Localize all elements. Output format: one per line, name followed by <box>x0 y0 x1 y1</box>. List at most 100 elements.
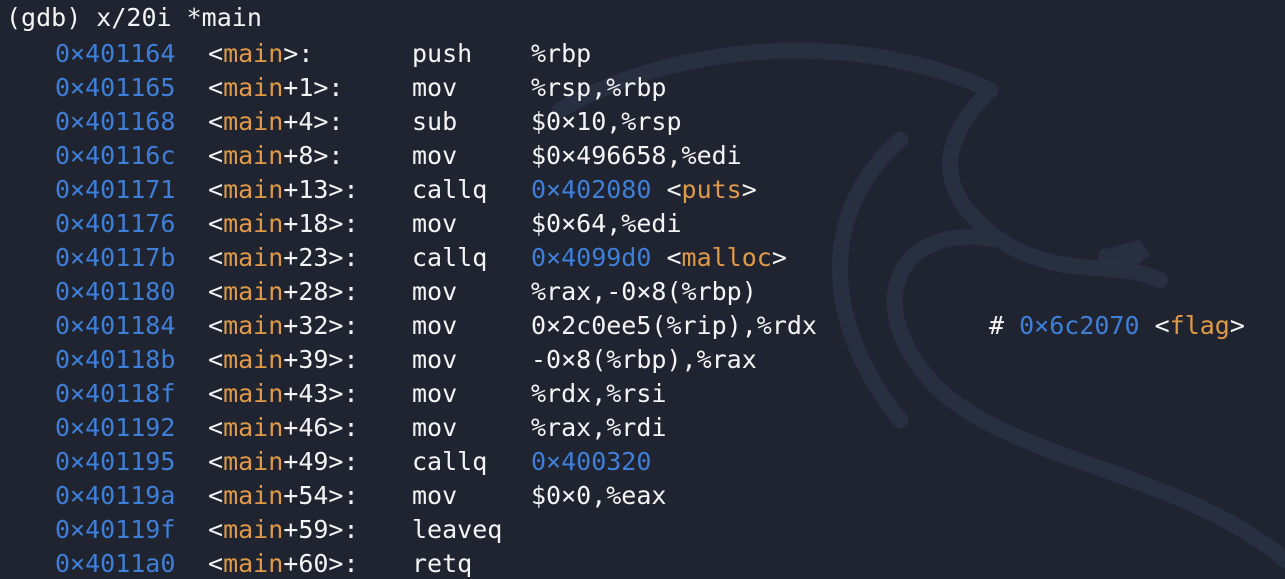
function-name: main <box>223 345 284 374</box>
mnemonic: retq <box>412 549 473 578</box>
instruction-address: 0×40116c <box>55 141 176 170</box>
function-name: main <box>223 447 284 476</box>
operands: 0×402080 <puts> <box>531 175 757 204</box>
mnemonic: mov <box>412 209 458 238</box>
mnemonic: mov <box>412 379 458 408</box>
function-name: main <box>223 73 284 102</box>
offset: +54>: <box>283 481 359 510</box>
operands: $0×0,%eax <box>531 479 666 513</box>
symbol-offset: <main+32>: <box>208 311 359 340</box>
offset: +8>: <box>283 141 344 170</box>
operand-text: $0×10,%rsp <box>531 107 682 136</box>
call-target-address: 0×4099d0 <box>531 243 652 272</box>
function-name: main <box>223 515 284 544</box>
gdb-prompt[interactable]: (gdb) x/20i *main <box>6 3 262 32</box>
instruction-address: 0×40119f <box>55 515 176 544</box>
operand-text: %rax,%rdi <box>531 413 667 442</box>
comment-address: 0×6c2070 <box>1019 311 1140 340</box>
symbol-offset: <main+28>: <box>208 277 359 306</box>
function-name: main <box>223 481 284 510</box>
offset: +28>: <box>283 277 359 306</box>
mnemonic: mov <box>412 311 458 340</box>
symbol-offset: <main+43>: <box>208 379 359 408</box>
mnemonic: mov <box>412 277 458 306</box>
operands: 0×4099d0 <malloc> <box>531 243 787 272</box>
comment: # 0×6c2070 <flag> <box>989 311 1245 340</box>
operands: 0×400320 <box>531 445 651 479</box>
operands: 0×2c0ee5(%rip),%rdx <box>531 309 817 343</box>
offset: +43>: <box>283 379 359 408</box>
operands: %rdx,%rsi <box>531 377 666 411</box>
offset: +23>: <box>283 243 359 272</box>
function-name: main <box>223 243 284 272</box>
symbol-offset: <main+1>: <box>208 73 344 102</box>
symbol-offset: <main+46>: <box>208 413 359 442</box>
symbol-offset: <main+59>: <box>208 515 359 544</box>
function-name: main <box>223 141 284 170</box>
instruction-address: 0×401168 <box>55 107 176 136</box>
offset: +1>: <box>283 73 344 102</box>
instruction-address: 0×401180 <box>55 277 176 306</box>
offset: +59>: <box>283 515 359 544</box>
instruction-address: 0×40119a <box>55 481 176 510</box>
function-name: main <box>223 39 284 68</box>
function-name: main <box>223 413 284 442</box>
comment-symbol: flag <box>1169 311 1230 340</box>
offset: +32>: <box>283 311 359 340</box>
call-target-address: 0×402080 <box>531 175 652 204</box>
function-name: main <box>223 107 284 136</box>
operands: $0×64,%edi <box>531 207 682 241</box>
operands: %rax,%rdi <box>531 411 666 445</box>
mnemonic: push <box>412 39 473 68</box>
function-name: main <box>223 311 284 340</box>
function-name: main <box>223 549 284 578</box>
call-target-name: puts <box>681 175 742 204</box>
symbol-offset: <main+60>: <box>208 549 359 578</box>
instruction-address: 0×401164 <box>55 39 176 68</box>
instruction-address: 0×401192 <box>55 413 176 442</box>
instruction-address: 0×40117b <box>55 243 176 272</box>
operand-text: $0×64,%edi <box>531 209 682 238</box>
operands: %rsp,%rbp <box>531 71 666 105</box>
mnemonic: callq <box>412 243 488 272</box>
operand-text: $0×0,%eax <box>531 481 667 510</box>
offset: +18>: <box>283 209 359 238</box>
mnemonic: mov <box>412 73 458 102</box>
operand-text: -0×8(%rbp),%rax <box>531 345 757 374</box>
instruction-address: 0×4011a0 <box>55 549 176 578</box>
mnemonic: mov <box>412 141 458 170</box>
mnemonic: callq <box>412 447 488 476</box>
offset: +60>: <box>283 549 359 578</box>
instruction-address: 0×401195 <box>55 447 176 476</box>
mnemonic: mov <box>412 345 458 374</box>
mnemonic: leaveq <box>412 515 503 544</box>
function-name: main <box>223 175 284 204</box>
function-name: main <box>223 379 284 408</box>
offset: +4>: <box>283 107 344 136</box>
call-target-name: malloc <box>681 243 772 272</box>
operand-text: %rax,-0×8(%rbp) <box>531 277 757 306</box>
mnemonic: mov <box>412 481 458 510</box>
operands: $0×10,%rsp <box>531 105 682 139</box>
offset: +13>: <box>283 175 359 204</box>
offset: +49>: <box>283 447 359 476</box>
instruction-address: 0×401171 <box>55 175 176 204</box>
operand-text: $0×496658,%edi <box>531 141 742 170</box>
gdb-terminal[interactable]: (gdb) x/20i *main 0×401164 <main>: push %rb… <box>0 0 1285 579</box>
operand-text: 0×2c0ee5(%rip),%rdx <box>531 311 817 340</box>
instruction-address: 0×401176 <box>55 209 176 238</box>
symbol-offset: <main+23>: <box>208 243 359 272</box>
symbol-offset: <main+39>: <box>208 345 359 374</box>
symbol-offset: <main+13>: <box>208 175 359 204</box>
mnemonic: sub <box>412 107 458 136</box>
function-name: main <box>223 277 284 306</box>
operands: $0×496658,%edi <box>531 139 742 173</box>
instruction-address: 0×40118f <box>55 379 176 408</box>
symbol-offset: <main+4>: <box>208 107 344 136</box>
call-target-address: 0×400320 <box>531 447 652 476</box>
operands: %rbp <box>531 37 591 71</box>
operand-text: %rbp <box>531 39 592 68</box>
symbol-offset: <main+18>: <box>208 209 359 238</box>
offset: +39>: <box>283 345 359 374</box>
operand-text: %rsp,%rbp <box>531 73 667 102</box>
